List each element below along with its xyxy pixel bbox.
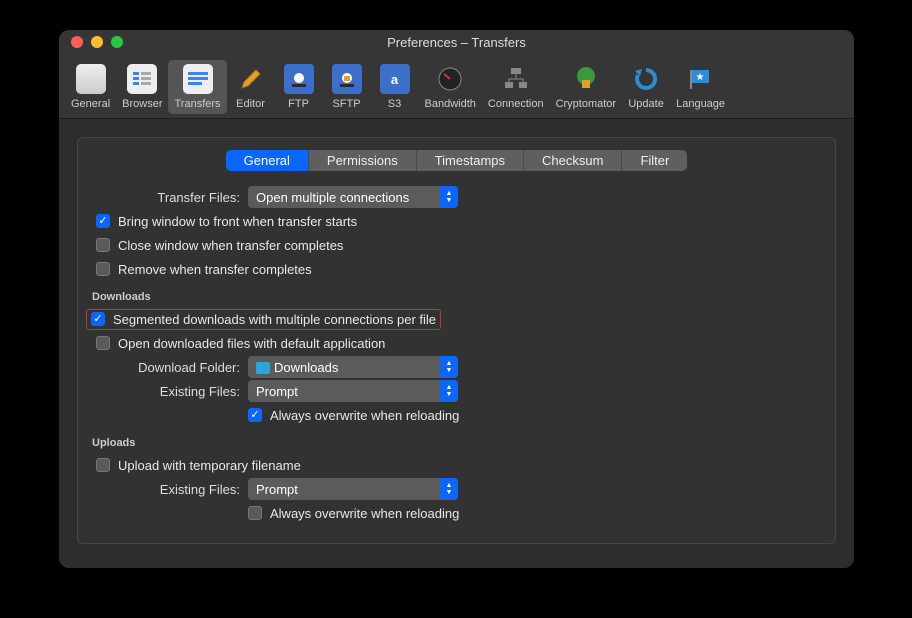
always-overwrite-down-checkbox[interactable] <box>248 408 262 422</box>
segmented-highlight: Segmented downloads with multiple connec… <box>86 309 441 330</box>
minimize-button[interactable] <box>91 36 103 48</box>
upload-temp-checkbox[interactable] <box>96 458 110 472</box>
tab-timestamps[interactable]: Timestamps <box>417 150 524 171</box>
always-overwrite-up-checkbox[interactable] <box>248 506 262 520</box>
pencil-icon <box>236 64 266 94</box>
close-complete-label: Close window when transfer completes <box>118 238 343 253</box>
transfers-icon <box>183 64 213 94</box>
bring-front-checkbox[interactable] <box>96 214 110 228</box>
robot-lock-icon <box>571 64 601 94</box>
tab-checksum[interactable]: Checksum <box>524 150 622 171</box>
open-default-checkbox[interactable] <box>96 336 110 350</box>
toolbar-general[interactable]: General <box>65 60 116 114</box>
downloads-header: Downloads <box>92 291 823 303</box>
always-overwrite-down-label: Always overwrite when reloading <box>270 408 459 423</box>
toolbar-s3[interactable]: a S3 <box>371 60 419 114</box>
traffic-lights <box>59 36 123 48</box>
chevron-updown-icon: ▲▼ <box>440 380 458 402</box>
s3-icon: a <box>380 64 410 94</box>
existing-files-up-select[interactable]: Prompt ▲▼ <box>248 478 458 500</box>
chevron-updown-icon: ▲▼ <box>440 478 458 500</box>
list-icon <box>127 64 157 94</box>
chevron-updown-icon: ▲▼ <box>440 356 458 378</box>
toolbar-update[interactable]: Update <box>622 60 670 114</box>
sliders-icon <box>76 64 106 94</box>
chevron-updown-icon: ▲▼ <box>440 186 458 208</box>
tab-filter[interactable]: Filter <box>622 150 687 171</box>
toolbar-cryptomator[interactable]: Cryptomator <box>550 60 623 114</box>
close-button[interactable] <box>71 36 83 48</box>
settings-panel: General Permissions Timestamps Checksum … <box>77 137 836 544</box>
toolbar-bandwidth[interactable]: Bandwidth <box>419 60 482 114</box>
remove-complete-checkbox[interactable] <box>96 262 110 276</box>
segmented-label: Segmented downloads with multiple connec… <box>113 312 436 327</box>
drive-lock-icon <box>332 64 362 94</box>
existing-files-down-label: Existing Files: <box>90 384 240 399</box>
existing-files-up-label: Existing Files: <box>90 482 240 497</box>
window-title: Preferences – Transfers <box>59 35 854 50</box>
open-default-label: Open downloaded files with default appli… <box>118 336 385 351</box>
toolbar-editor[interactable]: Editor <box>227 60 275 114</box>
always-overwrite-up-label: Always overwrite when reloading <box>270 506 459 521</box>
uploads-header: Uploads <box>92 437 823 449</box>
existing-files-down-select[interactable]: Prompt ▲▼ <box>248 380 458 402</box>
remove-complete-label: Remove when transfer completes <box>118 262 312 277</box>
bring-front-label: Bring window to front when transfer star… <box>118 214 357 229</box>
transfer-files-select[interactable]: Open multiple connections ▲▼ <box>248 186 458 208</box>
maximize-button[interactable] <box>111 36 123 48</box>
toolbar-language[interactable]: ★ Language <box>670 60 731 114</box>
download-folder-select[interactable]: Downloads ▲▼ <box>248 356 458 378</box>
upload-temp-label: Upload with temporary filename <box>118 458 301 473</box>
preferences-window: Preferences – Transfers General Browser … <box>59 30 854 568</box>
gauge-icon <box>435 64 465 94</box>
drive-icon <box>284 64 314 94</box>
toolbar-browser[interactable]: Browser <box>116 60 168 114</box>
toolbar-sftp[interactable]: SFTP <box>323 60 371 114</box>
network-icon <box>501 64 531 94</box>
download-folder-label: Download Folder: <box>90 360 240 375</box>
flag-icon: ★ <box>686 64 716 94</box>
transfer-files-label: Transfer Files: <box>90 190 240 205</box>
folder-icon <box>256 362 270 374</box>
close-complete-checkbox[interactable] <box>96 238 110 252</box>
toolbar-transfers[interactable]: Transfers <box>168 60 226 114</box>
tab-permissions[interactable]: Permissions <box>309 150 417 171</box>
svg-text:★: ★ <box>695 72 704 83</box>
segmented-checkbox[interactable] <box>91 312 105 326</box>
toolbar: General Browser Transfers Editor FTP <box>59 54 854 119</box>
refresh-icon <box>631 64 661 94</box>
toolbar-connection[interactable]: Connection <box>482 60 550 114</box>
toolbar-ftp[interactable]: FTP <box>275 60 323 114</box>
titlebar: Preferences – Transfers <box>59 30 854 54</box>
tab-segmented-control: General Permissions Timestamps Checksum … <box>226 150 688 171</box>
tab-general[interactable]: General <box>226 150 309 171</box>
